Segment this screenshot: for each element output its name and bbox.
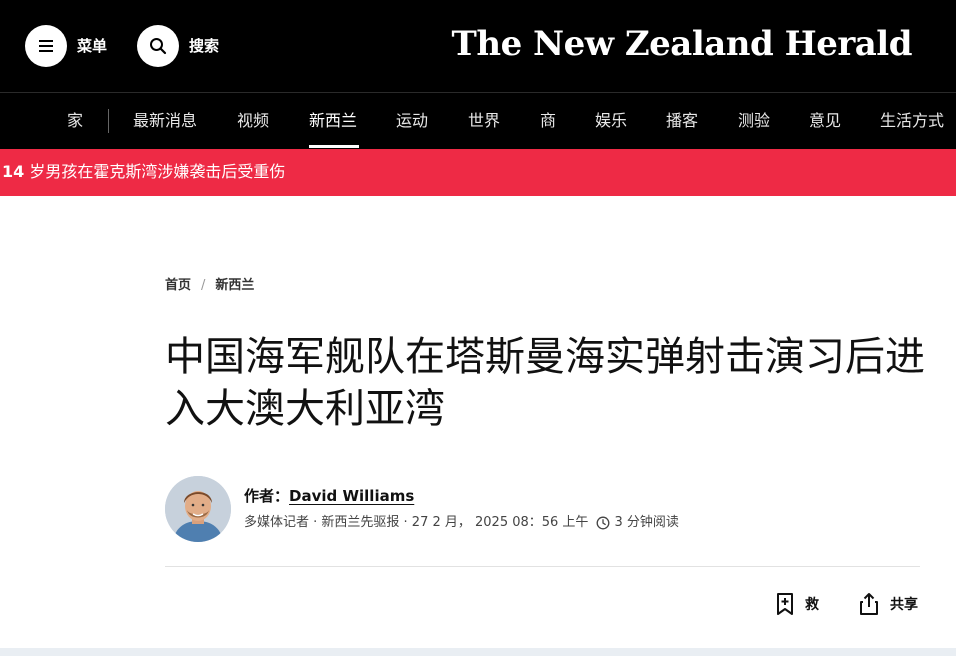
nav-item-business[interactable]: 商 (540, 110, 556, 132)
section-nav: 家 最新消息 视频 新西兰 运动 世界 商 娱乐 播客 测验 意见 生活方式 (0, 92, 956, 149)
active-tab-indicator (309, 145, 359, 148)
breaking-news-headline[interactable]: 14 岁男孩在霍克斯湾涉嫌袭击后受重伤 (2, 162, 285, 182)
breadcrumb-separator: / (201, 278, 206, 293)
nav-item-home[interactable]: 家 (67, 110, 83, 132)
nav-item-lifestyle[interactable]: 生活方式 (880, 110, 944, 132)
breadcrumb-home[interactable]: 首页 (165, 278, 191, 293)
nav-item-latest[interactable]: 最新消息 (133, 110, 197, 132)
share-icon (860, 593, 878, 615)
nav-item-video[interactable]: 视频 (237, 110, 269, 132)
author-avatar[interactable] (165, 476, 231, 542)
nav-divider (108, 109, 109, 133)
byline: 作者：David Williams (244, 486, 414, 506)
nav-item-opinion[interactable]: 意见 (809, 110, 841, 132)
hamburger-icon (39, 40, 53, 52)
search-icon (150, 38, 167, 55)
search-label[interactable]: 搜索 (189, 36, 219, 56)
bookmark-add-icon (777, 593, 793, 615)
read-time: 3 分钟阅读 (614, 515, 679, 530)
breadcrumb-section[interactable]: 新西兰 (215, 278, 254, 293)
nav-item-podcasts[interactable]: 播客 (666, 110, 698, 132)
nav-item-sport[interactable]: 运动 (396, 110, 428, 132)
nav-item-quizzes[interactable]: 测验 (738, 110, 770, 132)
menu-label[interactable]: 菜单 (77, 36, 107, 56)
breadcrumb: 首页 / 新西兰 (165, 277, 254, 295)
save-label: 救 (805, 597, 819, 613)
page-bottom-edge (0, 648, 956, 656)
top-header: 菜单 搜索 The New Zealand Herald (0, 0, 956, 92)
breaking-news-text: 岁男孩在霍克斯湾涉嫌袭击后受重伤 (24, 162, 286, 181)
save-button[interactable]: 救 (775, 592, 819, 616)
site-logo[interactable]: The New Zealand Herald (452, 22, 913, 66)
author-role-date: 多媒体记者 · 新西兰先驱报 · 27 2 月， 2025 08：56 上午 (244, 515, 589, 530)
share-button[interactable]: 共享 (858, 592, 918, 616)
breaking-news-bar[interactable]: 14 岁男孩在霍克斯湾涉嫌袭击后受重伤 (0, 149, 956, 196)
breaking-news-number: 14 (2, 162, 25, 181)
nav-item-world[interactable]: 世界 (468, 110, 500, 132)
article-meta: 多媒体记者 · 新西兰先驱报 · 27 2 月， 2025 08：56 上午 3… (244, 514, 679, 532)
byline-prefix: 作者： (244, 487, 290, 505)
clock-icon (596, 516, 610, 530)
divider (165, 566, 920, 567)
search-button[interactable] (137, 25, 179, 67)
article-headline: 中国海军舰队在塔斯曼海实弹射击演习后进入大澳大利亚湾 (165, 334, 925, 432)
nav-item-entertainment[interactable]: 娱乐 (595, 110, 627, 132)
nav-item-nz[interactable]: 新西兰 (309, 110, 357, 132)
menu-button[interactable] (25, 25, 67, 67)
share-label: 共享 (890, 597, 918, 613)
author-name-link[interactable]: David Williams (289, 487, 414, 505)
